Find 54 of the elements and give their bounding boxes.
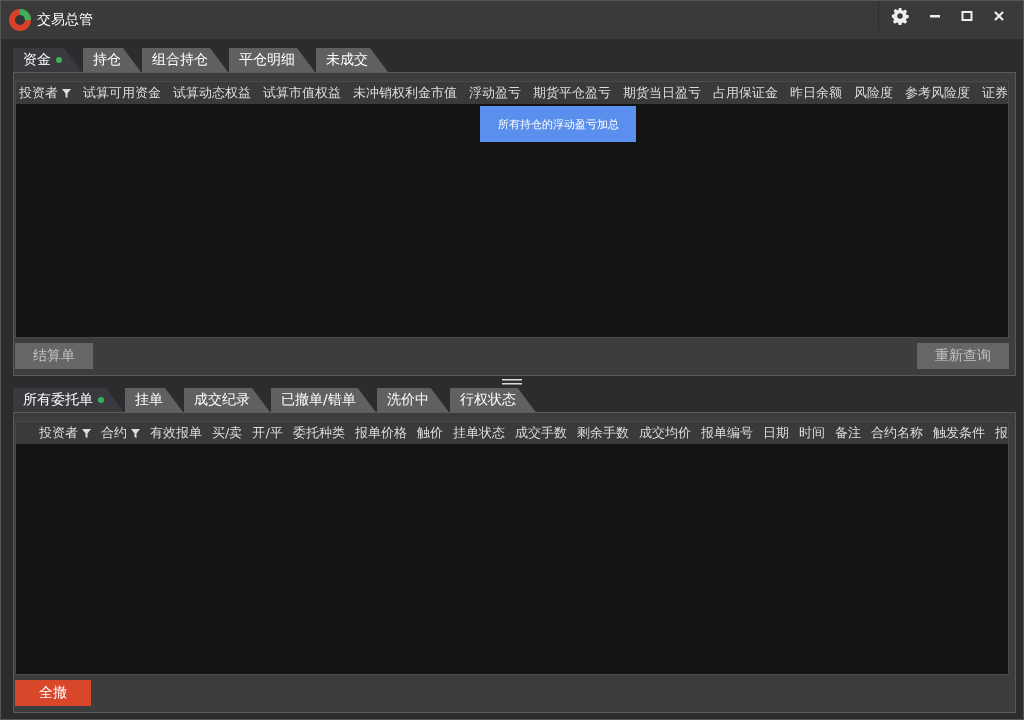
column-header[interactable]: 期货平仓盈亏 — [533, 84, 611, 102]
column-header[interactable]: 昨日余额 — [790, 84, 842, 102]
column-header[interactable]: 浮动盈亏 — [469, 84, 521, 102]
window-title: 交易总管 — [37, 11, 94, 29]
column-header[interactable]: 触发条件 — [932, 424, 985, 442]
column-header[interactable]: 剩余手数 — [576, 424, 629, 442]
column-header[interactable]: 时间 — [798, 424, 825, 442]
action-button[interactable]: 全撤 — [15, 680, 91, 706]
tab[interactable]: 行权状态 — [449, 388, 536, 412]
column-header[interactable]: 有效报单 — [150, 424, 202, 442]
tab[interactable]: 平仓明细 — [229, 48, 315, 72]
column-header[interactable]: 试算动态权益 — [173, 84, 251, 102]
column-header[interactable]: 合约 — [101, 424, 140, 442]
column-header[interactable]: 试算可用资金 — [83, 84, 161, 102]
app-logo-icon — [8, 8, 32, 32]
settings-icon[interactable] — [891, 7, 909, 25]
tab[interactable]: 所有委托单 — [13, 388, 124, 412]
tab[interactable]: 资金 — [13, 48, 82, 72]
tab[interactable]: 洗价中 — [376, 388, 449, 412]
column-header[interactable]: 日期 — [762, 424, 789, 442]
column-header[interactable]: 参考风险度 — [905, 84, 970, 102]
tab[interactable]: 未成交 — [316, 48, 388, 72]
column-header[interactable]: 备注 — [834, 424, 861, 442]
column-header[interactable]: 报 — [994, 424, 1008, 442]
column-header[interactable]: 期货当日盈亏 — [623, 84, 701, 102]
tab[interactable]: 已撤单/错单 — [271, 388, 376, 412]
column-header[interactable]: 报单编号 — [700, 424, 753, 442]
filter-icon[interactable] — [62, 88, 71, 98]
maximize-icon[interactable] — [961, 10, 973, 22]
column-header[interactable]: 触价 — [416, 424, 443, 442]
column-header[interactable]: 未冲销权利金市值 — [353, 84, 457, 102]
column-header[interactable]: 成交均价 — [638, 424, 691, 442]
column-header[interactable]: 挂单状态 — [452, 424, 505, 442]
column-header[interactable]: 买/卖 — [212, 424, 243, 442]
column-header[interactable]: 合约名称 — [870, 424, 923, 442]
column-header[interactable]: 试算市值权益 — [263, 84, 341, 102]
column-header[interactable]: 证券 — [982, 84, 1008, 102]
column-header[interactable]: 报单价格 — [354, 424, 407, 442]
column-header[interactable]: 委托种类 — [292, 424, 345, 442]
column-header[interactable]: 投资者 — [39, 424, 91, 442]
column-header[interactable]: 占用保证金 — [713, 84, 778, 102]
tab[interactable]: 成交纪录 — [184, 388, 270, 412]
close-icon[interactable] — [993, 10, 1005, 22]
filter-icon[interactable] — [131, 428, 140, 438]
splitter-handle-icon[interactable] — [502, 378, 522, 385]
tab[interactable]: 持仓 — [83, 48, 141, 72]
column-header[interactable]: 成交手数 — [514, 424, 567, 442]
column-header[interactable]: 投资者 — [19, 84, 71, 102]
tab[interactable]: 挂单 — [125, 388, 183, 412]
tab[interactable]: 组合持仓 — [142, 48, 228, 72]
filter-icon[interactable] — [82, 428, 91, 438]
column-header[interactable]: 风险度 — [854, 84, 893, 102]
column-header[interactable]: 开/平 — [252, 424, 283, 442]
tooltip: 所有持仓的浮动盈亏加总 — [480, 106, 636, 142]
